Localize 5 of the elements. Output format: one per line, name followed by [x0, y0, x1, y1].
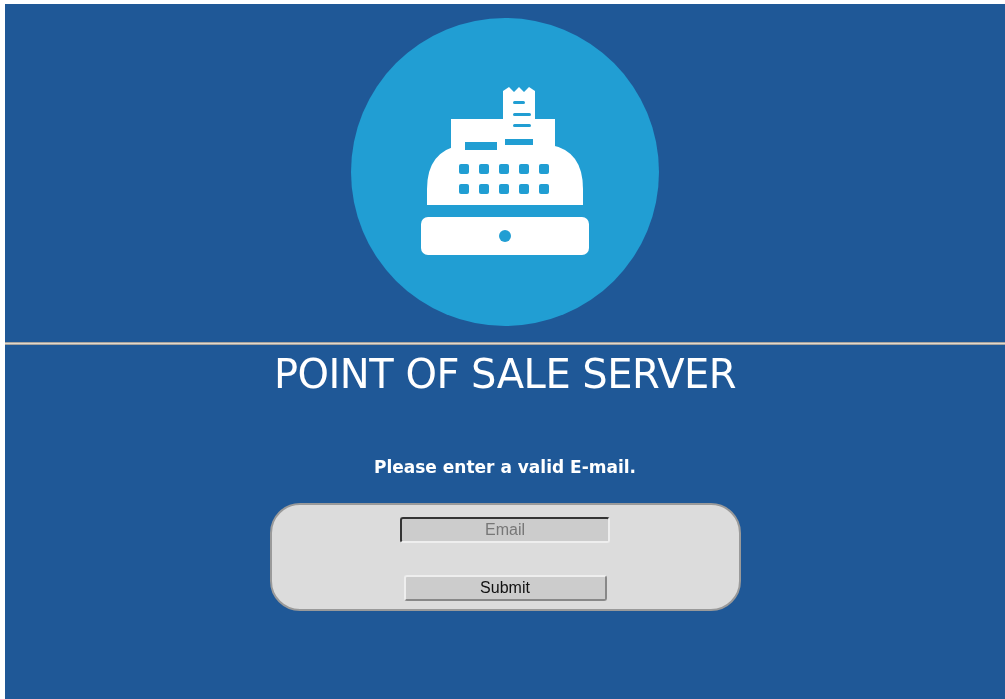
email-field[interactable]: Email [400, 517, 610, 543]
app-title: POINT OF SALE SERVER [273, 351, 737, 397]
submit-button[interactable]: Submit [403, 575, 607, 601]
validation-message: Please enter a valid E-mail. [373, 457, 637, 477]
cash-register-icon [421, 87, 589, 257]
